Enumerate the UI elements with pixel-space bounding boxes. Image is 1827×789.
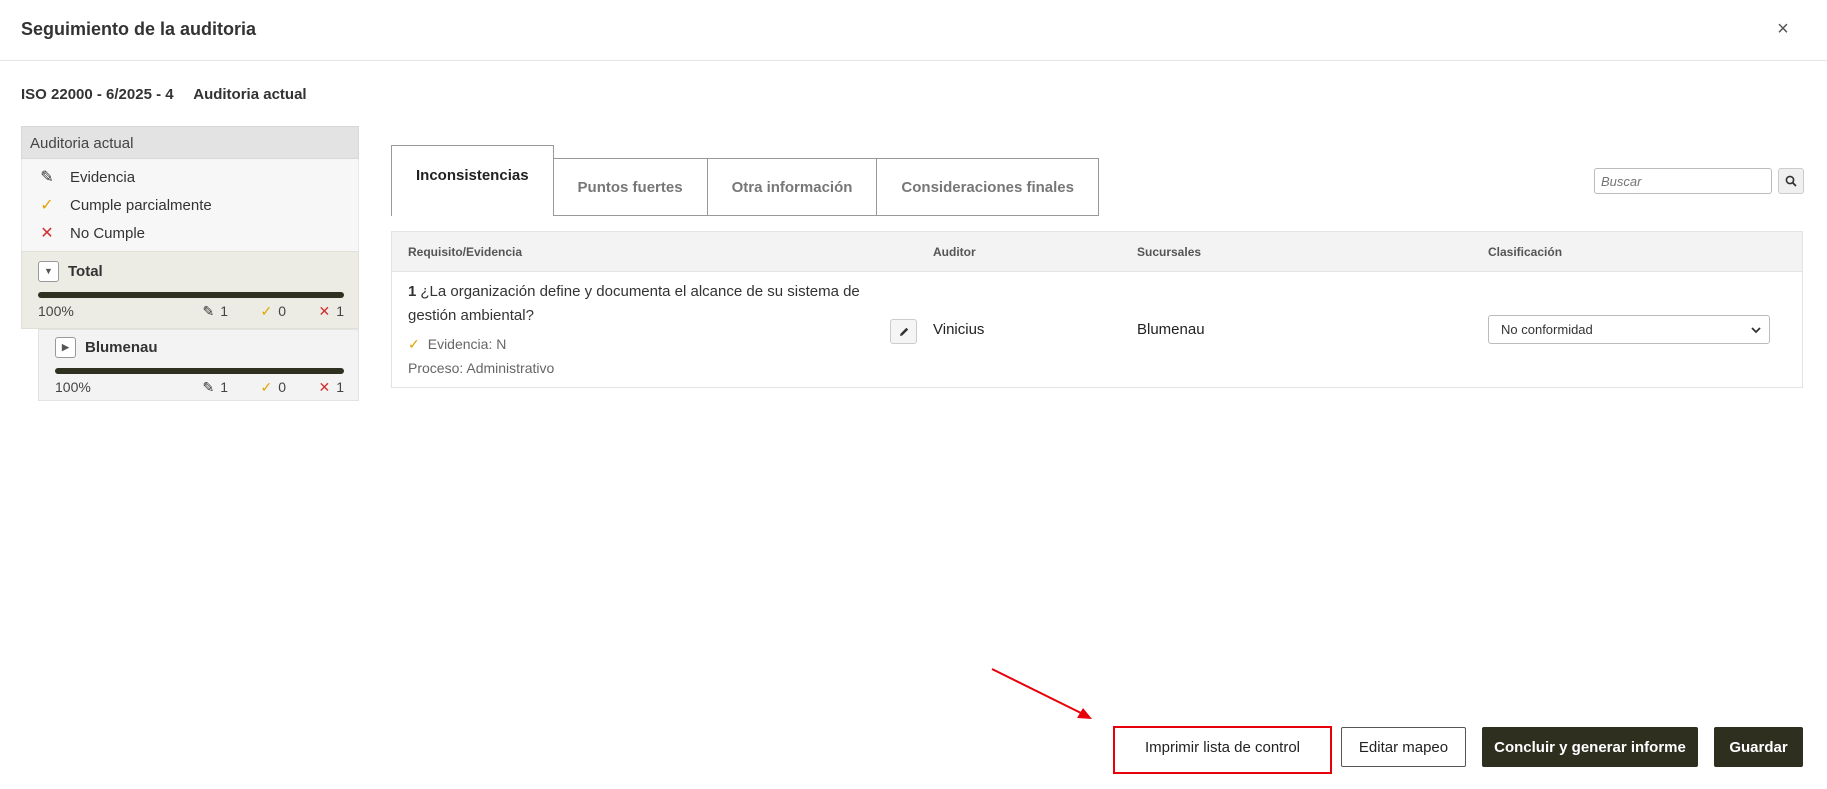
search-button[interactable]	[1778, 168, 1804, 194]
tree-node-stats: 100% ✎ 1 ✓ 0 ✕ 1	[55, 374, 344, 400]
question-label: ¿La organización define y documenta el a…	[408, 282, 860, 324]
check-icon: ✓	[40, 197, 54, 214]
progress-percent: 100%	[38, 303, 74, 319]
print-checklist-button[interactable]: Imprimir lista de control	[1115, 727, 1330, 767]
process-line: Proceso: Administrativo	[408, 359, 555, 376]
legend-item-evidence: ✎ Evidencia	[22, 163, 358, 191]
select-value: No conformidad	[1501, 322, 1593, 337]
check-icon: ✓	[408, 335, 420, 352]
expand-toggle-icon[interactable]: ▶	[55, 336, 76, 358]
progress-percent: 100%	[55, 379, 91, 395]
tab-bar: Inconsistencias Puntos fuertes Otra info…	[391, 145, 1099, 216]
audit-code: ISO 22000 - 6/2025 - 4	[21, 86, 174, 103]
edit-evidence-button[interactable]	[890, 319, 917, 344]
x-icon: ✕	[318, 302, 331, 319]
tree-node-blumenau[interactable]: ▶ Blumenau 100% ✎ 1 ✓ 0 ✕ 1	[38, 329, 359, 401]
legend: ✎ Evidencia ✓ Cumple parcialmente ✕ No C…	[21, 159, 359, 251]
evidence-line: ✓ Evidencia: N	[408, 332, 933, 356]
fail-count: 1	[336, 302, 344, 319]
audit-subheader: ISO 22000 - 6/2025 - 4 Auditoria actual	[21, 86, 323, 103]
tree-node-label: Blumenau	[85, 338, 158, 356]
column-header: Requisito/Evidencia	[408, 244, 523, 259]
edit-mapping-button[interactable]: Editar mapeo	[1341, 727, 1466, 767]
chevron-down-icon	[1751, 326, 1761, 333]
fail-count: 1	[336, 378, 344, 395]
audit-label: Auditoria actual	[193, 86, 307, 103]
evidence-count: 1	[220, 302, 228, 319]
conclude-report-button[interactable]: Concluir y generar informe	[1482, 727, 1698, 767]
tree-node-label: Total	[68, 262, 103, 280]
requirement-cell: 1 ¿La organización define y documenta el …	[392, 280, 933, 380]
search-input[interactable]	[1594, 168, 1772, 194]
column-header: Sucursales	[1137, 244, 1202, 259]
legend-label: Evidencia	[70, 168, 136, 186]
x-icon: ✕	[318, 378, 331, 395]
tree-node-stats: 100% ✎ 1 ✓ 0 ✕ 1	[38, 298, 344, 324]
question-text: 1 ¿La organización define y documenta el …	[408, 280, 868, 328]
modal-title: Seguimiento de la auditoria	[21, 19, 257, 39]
tab-otra-informacion[interactable]: Otra información	[706, 158, 878, 216]
classification-select[interactable]: No conformidad	[1488, 315, 1770, 344]
partial-count: 0	[278, 378, 286, 395]
table-row: 1 ¿La organización define y documenta el …	[392, 272, 1802, 387]
column-header: Clasificación	[1488, 244, 1563, 259]
column-header: Auditor	[933, 244, 976, 259]
branch-cell: Blumenau	[1137, 321, 1205, 338]
classification-cell: No conformidad	[1488, 315, 1802, 344]
pencil-icon: ✎	[40, 169, 54, 186]
save-button[interactable]: Guardar	[1714, 727, 1803, 767]
table-header: Requisito/Evidencia Auditor Sucursales C…	[392, 232, 1802, 272]
tab-consideraciones-finales[interactable]: Consideraciones finales	[876, 158, 1099, 216]
search-icon	[1785, 175, 1797, 187]
legend-item-fail: ✕ No Cumple	[22, 219, 358, 247]
search-bar	[1594, 168, 1804, 194]
tab-inconsistencias[interactable]: Inconsistencias	[391, 145, 554, 216]
inconsistencies-table: Requisito/Evidencia Auditor Sucursales C…	[391, 231, 1803, 388]
x-icon: ✕	[40, 225, 54, 242]
question-number: 1	[408, 282, 417, 300]
legend-label: No Cumple	[70, 224, 146, 242]
auditor-cell: Vinicius	[933, 321, 985, 338]
pencil-icon: ✎	[202, 378, 215, 395]
panel-title: Auditoria actual	[21, 126, 359, 159]
check-icon: ✓	[260, 302, 273, 319]
legend-label: Cumple parcialmente	[70, 196, 212, 214]
evidence-value: Evidencia: N	[427, 335, 507, 352]
close-button[interactable]: ×	[1772, 16, 1794, 42]
check-icon: ✓	[260, 378, 273, 395]
audit-tree-panel: Auditoria actual ✎ Evidencia ✓ Cumple pa…	[21, 126, 359, 401]
collapse-toggle-icon[interactable]: ▼	[38, 260, 59, 282]
tab-puntos-fuertes[interactable]: Puntos fuertes	[552, 158, 708, 216]
pencil-icon: ✎	[202, 302, 215, 319]
legend-item-partial: ✓ Cumple parcialmente	[22, 191, 358, 219]
partial-count: 0	[278, 302, 286, 319]
tree-node-total: ▼ Total 100% ✎ 1 ✓ 0 ✕ 1	[21, 251, 359, 329]
evidence-count: 1	[220, 378, 228, 395]
pencil-icon	[899, 327, 908, 336]
modal-header: Seguimiento de la auditoria ×	[0, 0, 1827, 61]
